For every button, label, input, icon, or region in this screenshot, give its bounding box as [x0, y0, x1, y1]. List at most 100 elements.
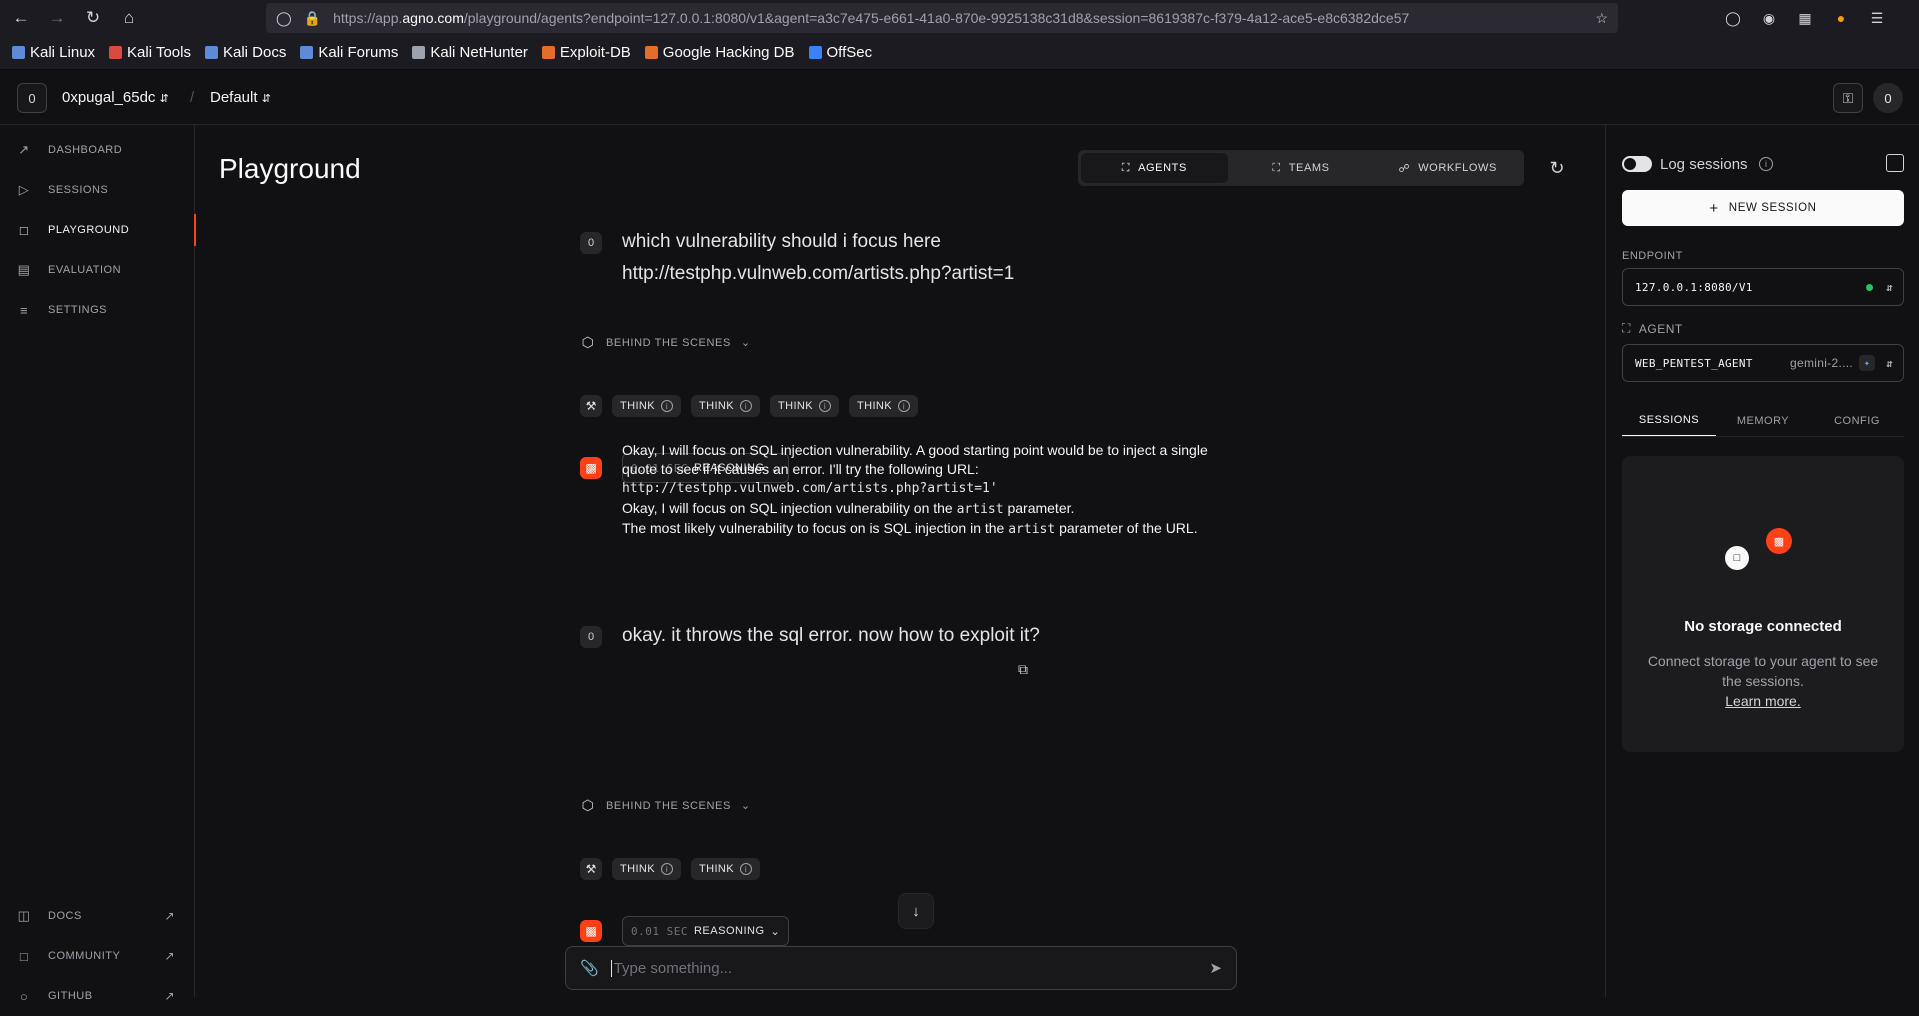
answer-paragraph: Okay, I will focus on SQL injection vuln… [622, 441, 1212, 499]
clipboard-icon: ▤ [17, 262, 31, 277]
agent-icon: ▩ [580, 457, 602, 479]
external-link-icon: ↗ [164, 949, 175, 963]
sidebar-item-sessions[interactable]: ▷ SESSIONS [0, 170, 195, 210]
workspace-selector[interactable]: 0xpugal_65dc ⇵ [62, 89, 169, 106]
tab-workflows[interactable]: ☍ WORKFLOWS [1374, 153, 1521, 183]
menu-icon[interactable]: ☰ [1865, 6, 1889, 30]
behind-the-scenes-toggle[interactable]: ⬡ BEHIND THE SCENES ⌄ [580, 797, 751, 814]
mode-tabs: ⛶ AGENTS ⛶ TEAMS ☍ WORKFLOWS [1078, 150, 1524, 186]
pocket-icon[interactable]: ◯ [1721, 6, 1745, 30]
forward-icon[interactable]: → [42, 3, 72, 33]
bookmark-label: Kali Tools [127, 44, 191, 61]
info-icon: i [819, 400, 831, 412]
url-domain: agno.com [402, 10, 464, 26]
tab-memory[interactable]: MEMORY [1716, 405, 1810, 436]
tool-chip-think[interactable]: THINK i [770, 395, 839, 417]
back-icon[interactable]: ← [6, 3, 36, 33]
book-icon: ◫ [17, 908, 31, 923]
sidebar: ↗ DASHBOARD ▷ SESSIONS □ PLAYGROUND ▤ EVALUA… [0, 125, 196, 1004]
workspace-avatar[interactable]: 0 [17, 83, 47, 113]
bookmark-kali-nethunter[interactable]: Kali NetHunter [412, 44, 528, 61]
breadcrumb-separator: / [190, 89, 195, 106]
sidebar-item-evaluation[interactable]: ▤ EVALUATION [0, 250, 195, 290]
storage-empty-state: □ ▩ No storage connected Connect storage… [1622, 456, 1904, 752]
tool-chip-think[interactable]: THINK i [612, 858, 681, 880]
tab-agents[interactable]: ⛶ AGENTS [1081, 153, 1228, 183]
log-sessions-toggle[interactable] [1622, 156, 1652, 172]
tool-chip-think[interactable]: THINK i [849, 395, 918, 417]
bts-label: BEHIND THE SCENES [606, 336, 731, 349]
reasoning-toggle[interactable]: 0.01 SEC REASONING ⌄ [622, 916, 790, 946]
tool-chip-think[interactable]: THINK i [612, 395, 681, 417]
extensions-icon[interactable]: ▦ [1793, 6, 1817, 30]
copy-icon[interactable]: ⧉ [1011, 657, 1035, 681]
tool-chip-label: THINK [620, 400, 655, 412]
sidebar-item-playground[interactable]: □ PLAYGROUND [0, 210, 196, 250]
tab-teams[interactable]: ⛶ TEAMS [1228, 153, 1375, 183]
bookmark-exploit-db[interactable]: Exploit-DB [541, 44, 631, 61]
sidebar-item-community[interactable]: □ COMMUNITY ↗ [0, 936, 195, 976]
empty-state-title: No storage connected [1684, 618, 1842, 635]
tool-calls-row: ⚒ THINK i THINK i [580, 858, 760, 880]
bookmark-label: Kali Forums [318, 44, 399, 61]
tab-sessions[interactable]: SESSIONS [1622, 405, 1716, 436]
extension-fox-icon[interactable]: ● [1829, 6, 1853, 30]
tool-chip-think[interactable]: THINK i [691, 395, 760, 417]
endpoint-select[interactable]: 127.0.0.1:8080/V1 ⇵ [1622, 268, 1904, 306]
model-name: gemini-2.... [1790, 356, 1853, 370]
paperclip-icon[interactable]: 📎 [580, 959, 599, 977]
new-session-button[interactable]: + NEW SESSION [1622, 190, 1904, 226]
home-icon[interactable]: ⌂ [114, 3, 144, 33]
address-bar[interactable]: ◯ 🔒 https://app. agno.com/playground/agen… [266, 3, 1618, 33]
page-title: Playground [219, 153, 361, 184]
answer-code: artist [956, 501, 1004, 517]
sidebar-item-label: DOCS [48, 910, 82, 922]
sidebar-item-label: SETTINGS [48, 304, 108, 316]
sidebar-item-settings[interactable]: ≡ SETTINGS [0, 290, 195, 330]
scroll-to-bottom-button[interactable]: ↓ [898, 893, 934, 929]
tab-label: TEAMS [1288, 162, 1330, 174]
project-selector[interactable]: Default ⇵ [210, 89, 271, 106]
gemini-icon: ✦ [1859, 355, 1875, 371]
bookmark-kali-forums[interactable]: Kali Forums [300, 44, 398, 61]
bookmark-offsec[interactable]: OffSec [808, 44, 872, 61]
learn-more-link[interactable]: Learn more. [1725, 693, 1800, 709]
status-dot [1866, 283, 1873, 291]
panel-tabs: SESSIONS MEMORY CONFIG [1622, 405, 1904, 437]
agent-icon: ▩ [580, 920, 602, 942]
bookmark-star-icon[interactable]: ☆ [1595, 10, 1608, 27]
account-icon[interactable]: ◉ [1757, 6, 1781, 30]
app-header: 0 0xpugal_65dc ⇵ / Default ⇵ ⚿ 0 [0, 70, 1919, 125]
agent-select[interactable]: WEB_PENTEST_AGENT gemini-2.... ✦ ⇵ [1622, 344, 1904, 382]
bookmark-google-hacking-db[interactable]: Google Hacking DB [644, 44, 795, 61]
panel-collapse-icon[interactable] [1886, 154, 1904, 172]
bookmark-kali-docs[interactable]: Kali Docs [204, 44, 286, 61]
bookmark-kali-linux[interactable]: Kali Linux [12, 44, 95, 61]
sidebar-item-dashboard[interactable]: ↗ DASHBOARD [0, 130, 195, 170]
tool-chip-label: THINK [620, 863, 655, 875]
tool-chip-label: THINK [857, 400, 892, 412]
tab-config[interactable]: CONFIG [1810, 405, 1904, 436]
chevron-down-icon: ⌄ [740, 337, 751, 349]
url-prefix: https://app. [333, 10, 403, 26]
sidebar-item-docs[interactable]: ◫ DOCS ↗ [0, 896, 195, 936]
info-icon: i [898, 400, 910, 412]
bookmark-kali-tools[interactable]: Kali Tools [109, 44, 191, 61]
hammer-icon: ⚒ [580, 858, 602, 880]
user-message-text: okay. it throws the sql error. now how t… [622, 625, 1040, 646]
reload-icon[interactable]: ↻ [78, 3, 108, 33]
info-icon: i [740, 400, 752, 412]
sidebar-item-github[interactable]: ○ GITHUB ↗ [0, 976, 195, 1016]
behind-the-scenes-toggle[interactable]: ⬡ BEHIND THE SCENES ⌄ [580, 334, 751, 351]
bookmark-label: Kali Linux [30, 44, 96, 61]
send-icon[interactable]: ➤ [1209, 959, 1222, 977]
chevron-updown-icon: ⇵ [1886, 280, 1893, 294]
info-icon[interactable]: i [1759, 157, 1773, 171]
tool-chip-think[interactable]: THINK i [691, 858, 760, 880]
refresh-icon[interactable]: ↻ [1544, 155, 1570, 181]
agent-reasoning-row: ▩ 0.01 SEC REASONING ⌄ [580, 916, 790, 946]
user-avatar[interactable]: 0 [1873, 83, 1903, 113]
message-input[interactable] [610, 959, 1200, 977]
api-key-icon[interactable]: ⚿ [1833, 83, 1863, 113]
shield-icon: ◯ [276, 9, 292, 26]
